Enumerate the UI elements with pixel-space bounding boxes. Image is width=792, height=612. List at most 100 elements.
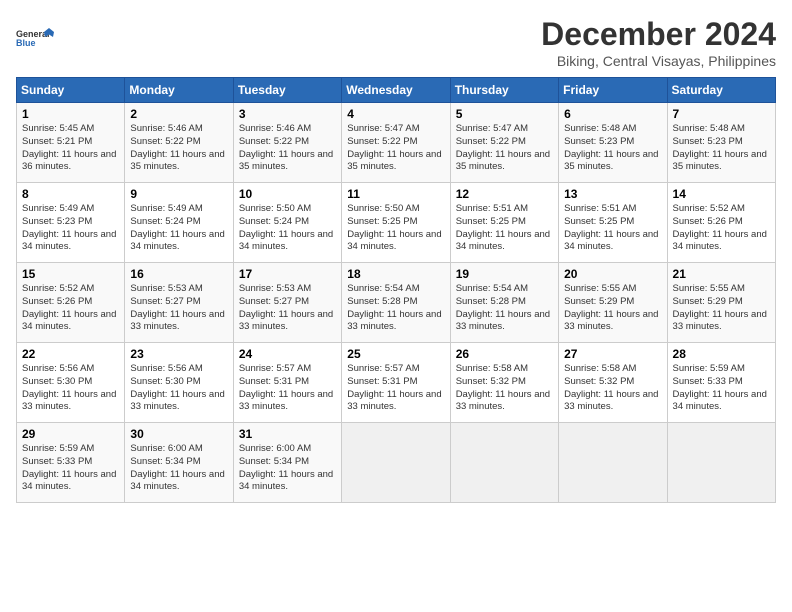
calendar-cell: 7 Sunrise: 5:48 AMSunset: 5:23 PMDayligh… xyxy=(667,103,775,183)
day-info: Sunrise: 5:57 AMSunset: 5:31 PMDaylight:… xyxy=(347,363,444,414)
day-info: Sunrise: 5:59 AMSunset: 5:33 PMDaylight:… xyxy=(673,363,770,414)
day-info: Sunrise: 5:56 AMSunset: 5:30 PMDaylight:… xyxy=(22,363,119,414)
day-number: 22 xyxy=(22,347,119,361)
day-info: Sunrise: 5:49 AMSunset: 5:24 PMDaylight:… xyxy=(130,203,227,254)
calendar-cell: 27 Sunrise: 5:58 AMSunset: 5:32 PMDaylig… xyxy=(559,343,667,423)
day-number: 3 xyxy=(239,107,336,121)
day-number: 1 xyxy=(22,107,119,121)
day-number: 19 xyxy=(456,267,553,281)
calendar-cell: 1 Sunrise: 5:45 AMSunset: 5:21 PMDayligh… xyxy=(17,103,125,183)
day-number: 13 xyxy=(564,187,661,201)
week-row-4: 22 Sunrise: 5:56 AMSunset: 5:30 PMDaylig… xyxy=(17,343,776,423)
header-monday: Monday xyxy=(125,78,233,103)
day-number: 26 xyxy=(456,347,553,361)
day-number: 12 xyxy=(456,187,553,201)
day-number: 7 xyxy=(673,107,770,121)
month-title: December 2024 xyxy=(541,16,776,53)
calendar-cell: 19 Sunrise: 5:54 AMSunset: 5:28 PMDaylig… xyxy=(450,263,558,343)
day-number: 24 xyxy=(239,347,336,361)
calendar-cell: 2 Sunrise: 5:46 AMSunset: 5:22 PMDayligh… xyxy=(125,103,233,183)
week-row-5: 29 Sunrise: 5:59 AMSunset: 5:33 PMDaylig… xyxy=(17,423,776,503)
day-number: 17 xyxy=(239,267,336,281)
calendar-cell xyxy=(450,423,558,503)
day-number: 28 xyxy=(673,347,770,361)
day-info: Sunrise: 5:46 AMSunset: 5:22 PMDaylight:… xyxy=(239,123,336,174)
logo: General Blue xyxy=(16,16,56,60)
calendar-cell: 15 Sunrise: 5:52 AMSunset: 5:26 PMDaylig… xyxy=(17,263,125,343)
day-number: 16 xyxy=(130,267,227,281)
day-info: Sunrise: 5:54 AMSunset: 5:28 PMDaylight:… xyxy=(347,283,444,334)
day-number: 5 xyxy=(456,107,553,121)
calendar-cell: 28 Sunrise: 5:59 AMSunset: 5:33 PMDaylig… xyxy=(667,343,775,423)
day-number: 18 xyxy=(347,267,444,281)
calendar-cell xyxy=(667,423,775,503)
day-info: Sunrise: 5:47 AMSunset: 5:22 PMDaylight:… xyxy=(347,123,444,174)
logo-svg: General Blue xyxy=(16,16,56,60)
day-info: Sunrise: 5:55 AMSunset: 5:29 PMDaylight:… xyxy=(564,283,661,334)
calendar-cell: 13 Sunrise: 5:51 AMSunset: 5:25 PMDaylig… xyxy=(559,183,667,263)
calendar-cell: 5 Sunrise: 5:47 AMSunset: 5:22 PMDayligh… xyxy=(450,103,558,183)
day-info: Sunrise: 5:52 AMSunset: 5:26 PMDaylight:… xyxy=(673,203,770,254)
day-number: 9 xyxy=(130,187,227,201)
day-info: Sunrise: 5:58 AMSunset: 5:32 PMDaylight:… xyxy=(564,363,661,414)
day-number: 25 xyxy=(347,347,444,361)
day-info: Sunrise: 5:57 AMSunset: 5:31 PMDaylight:… xyxy=(239,363,336,414)
calendar-cell: 24 Sunrise: 5:57 AMSunset: 5:31 PMDaylig… xyxy=(233,343,341,423)
day-info: Sunrise: 5:56 AMSunset: 5:30 PMDaylight:… xyxy=(130,363,227,414)
header-friday: Friday xyxy=(559,78,667,103)
day-number: 6 xyxy=(564,107,661,121)
calendar-cell: 20 Sunrise: 5:55 AMSunset: 5:29 PMDaylig… xyxy=(559,263,667,343)
day-info: Sunrise: 5:46 AMSunset: 5:22 PMDaylight:… xyxy=(130,123,227,174)
day-info: Sunrise: 5:45 AMSunset: 5:21 PMDaylight:… xyxy=(22,123,119,174)
day-number: 21 xyxy=(673,267,770,281)
day-info: Sunrise: 5:53 AMSunset: 5:27 PMDaylight:… xyxy=(130,283,227,334)
day-info: Sunrise: 5:50 AMSunset: 5:24 PMDaylight:… xyxy=(239,203,336,254)
calendar-cell: 21 Sunrise: 5:55 AMSunset: 5:29 PMDaylig… xyxy=(667,263,775,343)
day-number: 10 xyxy=(239,187,336,201)
calendar-cell: 23 Sunrise: 5:56 AMSunset: 5:30 PMDaylig… xyxy=(125,343,233,423)
calendar-cell: 9 Sunrise: 5:49 AMSunset: 5:24 PMDayligh… xyxy=(125,183,233,263)
header-sunday: Sunday xyxy=(17,78,125,103)
calendar-cell: 6 Sunrise: 5:48 AMSunset: 5:23 PMDayligh… xyxy=(559,103,667,183)
header-wednesday: Wednesday xyxy=(342,78,450,103)
calendar-cell: 3 Sunrise: 5:46 AMSunset: 5:22 PMDayligh… xyxy=(233,103,341,183)
day-number: 23 xyxy=(130,347,227,361)
day-info: Sunrise: 5:51 AMSunset: 5:25 PMDaylight:… xyxy=(456,203,553,254)
calendar-cell: 8 Sunrise: 5:49 AMSunset: 5:23 PMDayligh… xyxy=(17,183,125,263)
calendar-cell: 17 Sunrise: 5:53 AMSunset: 5:27 PMDaylig… xyxy=(233,263,341,343)
day-info: Sunrise: 6:00 AMSunset: 5:34 PMDaylight:… xyxy=(239,443,336,494)
day-number: 8 xyxy=(22,187,119,201)
calendar-cell: 26 Sunrise: 5:58 AMSunset: 5:32 PMDaylig… xyxy=(450,343,558,423)
day-number: 29 xyxy=(22,427,119,441)
location-subtitle: Biking, Central Visayas, Philippines xyxy=(541,53,776,69)
day-number: 20 xyxy=(564,267,661,281)
day-info: Sunrise: 5:53 AMSunset: 5:27 PMDaylight:… xyxy=(239,283,336,334)
calendar-cell: 12 Sunrise: 5:51 AMSunset: 5:25 PMDaylig… xyxy=(450,183,558,263)
day-info: Sunrise: 5:59 AMSunset: 5:33 PMDaylight:… xyxy=(22,443,119,494)
day-info: Sunrise: 6:00 AMSunset: 5:34 PMDaylight:… xyxy=(130,443,227,494)
day-info: Sunrise: 5:54 AMSunset: 5:28 PMDaylight:… xyxy=(456,283,553,334)
day-number: 11 xyxy=(347,187,444,201)
day-number: 27 xyxy=(564,347,661,361)
day-number: 4 xyxy=(347,107,444,121)
calendar-cell: 22 Sunrise: 5:56 AMSunset: 5:30 PMDaylig… xyxy=(17,343,125,423)
day-info: Sunrise: 5:58 AMSunset: 5:32 PMDaylight:… xyxy=(456,363,553,414)
day-number: 2 xyxy=(130,107,227,121)
calendar-cell xyxy=(342,423,450,503)
calendar-cell: 29 Sunrise: 5:59 AMSunset: 5:33 PMDaylig… xyxy=(17,423,125,503)
calendar-cell: 16 Sunrise: 5:53 AMSunset: 5:27 PMDaylig… xyxy=(125,263,233,343)
day-info: Sunrise: 5:55 AMSunset: 5:29 PMDaylight:… xyxy=(673,283,770,334)
calendar-cell: 10 Sunrise: 5:50 AMSunset: 5:24 PMDaylig… xyxy=(233,183,341,263)
calendar-cell: 14 Sunrise: 5:52 AMSunset: 5:26 PMDaylig… xyxy=(667,183,775,263)
week-row-1: 1 Sunrise: 5:45 AMSunset: 5:21 PMDayligh… xyxy=(17,103,776,183)
week-row-3: 15 Sunrise: 5:52 AMSunset: 5:26 PMDaylig… xyxy=(17,263,776,343)
calendar-table: SundayMondayTuesdayWednesdayThursdayFrid… xyxy=(16,77,776,503)
day-number: 31 xyxy=(239,427,336,441)
day-info: Sunrise: 5:49 AMSunset: 5:23 PMDaylight:… xyxy=(22,203,119,254)
calendar-cell: 30 Sunrise: 6:00 AMSunset: 5:34 PMDaylig… xyxy=(125,423,233,503)
title-block: December 2024 Biking, Central Visayas, P… xyxy=(541,16,776,69)
day-number: 15 xyxy=(22,267,119,281)
calendar-cell: 31 Sunrise: 6:00 AMSunset: 5:34 PMDaylig… xyxy=(233,423,341,503)
calendar-cell: 4 Sunrise: 5:47 AMSunset: 5:22 PMDayligh… xyxy=(342,103,450,183)
day-info: Sunrise: 5:50 AMSunset: 5:25 PMDaylight:… xyxy=(347,203,444,254)
